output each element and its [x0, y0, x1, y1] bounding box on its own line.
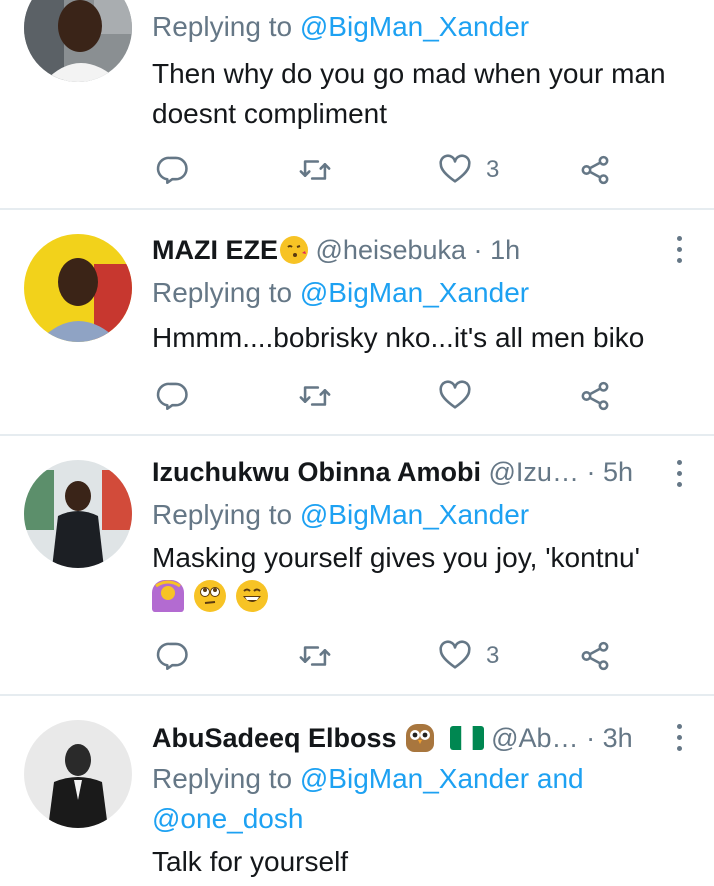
person-gesturing-ok-emoji-icon [152, 580, 184, 612]
face-with-rolling-eyes-emoji-icon [193, 580, 226, 612]
emoji-row [152, 578, 692, 620]
tweet-text: Masking yourself gives you joy, 'kontnu' [152, 538, 692, 620]
reply-button[interactable] [156, 150, 190, 190]
retweet-icon [298, 639, 332, 673]
mention-link[interactable]: @BigMan_Xander [300, 11, 529, 42]
share-button[interactable] [578, 150, 612, 190]
mention-link[interactable]: @one_dosh [152, 803, 303, 834]
replying-to-line: Replying to @BigMan_Xander and [152, 763, 584, 794]
timestamp[interactable]: 5h [603, 457, 633, 487]
reply-button[interactable] [156, 636, 190, 676]
tweet-text: Then why do you go mad when your man doe… [152, 58, 666, 129]
tweet-text: Hmmm....bobrisky nko...it's all men biko [152, 322, 645, 353]
replying-to-line: Replying to @BigMan_Xander [152, 277, 530, 308]
tweet-text: Talk for yourself [152, 846, 349, 877]
retweet-button[interactable] [298, 376, 332, 416]
tweet-1[interactable]: Replying to @BigMan_Xander Then why do y… [0, 0, 714, 210]
tweet-actions: 3 [0, 150, 714, 190]
retweet-button[interactable] [298, 636, 332, 676]
reply-icon [156, 639, 190, 673]
nigeria-flag-icon [449, 726, 484, 750]
share-icon [578, 153, 612, 187]
user-handle[interactable]: @heisebuka [316, 235, 467, 265]
more-vertical-icon[interactable] [674, 460, 684, 490]
user-handle[interactable]: @Izu… [489, 457, 579, 487]
timestamp[interactable]: 3h [603, 723, 633, 753]
like-button[interactable]: 3 [438, 636, 499, 676]
tweet-4[interactable]: AbuSadeeq Elboss @Ab… · 3h Replying to @… [0, 696, 714, 886]
display-name[interactable]: MAZI EZE [152, 235, 278, 265]
replying-to-line: Replying to @BigMan_Xander [152, 499, 530, 530]
mention-link[interactable]: @BigMan_Xander [300, 277, 529, 308]
share-button[interactable] [578, 636, 612, 676]
more-vertical-icon[interactable] [674, 236, 684, 266]
avatar[interactable] [24, 0, 132, 82]
tweet-header: AbuSadeeq Elboss @Ab… · 3h [152, 723, 633, 753]
display-name[interactable]: AbuSadeeq Elboss [152, 723, 397, 753]
tweet-3[interactable]: Izuchukwu Obinna Amobi @Izu… · 5h Replyi… [0, 436, 714, 696]
timestamp[interactable]: 1h [490, 235, 520, 265]
like-button[interactable]: 3 [438, 150, 499, 190]
user-handle[interactable]: @Ab… [491, 723, 578, 753]
replying-to-line-2: @one_dosh [152, 800, 303, 838]
heart-icon [438, 639, 472, 673]
tweet-actions: 3 [0, 636, 714, 676]
share-icon [578, 639, 612, 673]
like-count: 3 [486, 642, 500, 669]
reply-button[interactable] [156, 376, 190, 416]
more-vertical-icon[interactable] [674, 724, 684, 754]
owl-emoji-icon [406, 724, 435, 752]
avatar[interactable] [24, 460, 132, 568]
heart-icon [438, 379, 472, 413]
tweet-header: MAZI EZE @heisebuka · 1h [152, 235, 521, 265]
tweet-actions [0, 376, 714, 416]
retweet-button[interactable] [298, 150, 332, 190]
share-button[interactable] [578, 376, 612, 416]
tweet-2[interactable]: MAZI EZE @heisebuka · 1h Replying to @Bi… [0, 210, 714, 436]
kissing-face-emoji-icon [280, 236, 308, 264]
replying-to-line: Replying to @BigMan_Xander [152, 11, 530, 42]
like-count: 3 [486, 156, 500, 183]
heart-icon [438, 153, 472, 187]
avatar[interactable] [24, 234, 132, 342]
tweet-header: Izuchukwu Obinna Amobi @Izu… · 5h [152, 457, 634, 487]
like-button[interactable] [438, 376, 486, 416]
retweet-icon [298, 379, 332, 413]
share-icon [578, 379, 612, 413]
display-name[interactable]: Izuchukwu Obinna Amobi [152, 457, 481, 487]
mention-link[interactable]: @BigMan_Xander [300, 763, 529, 794]
mention-link[interactable]: @BigMan_Xander [300, 499, 529, 530]
reply-icon [156, 379, 190, 413]
avatar[interactable] [24, 720, 132, 828]
reply-icon [156, 153, 190, 187]
retweet-icon [298, 153, 332, 187]
grinning-face-emoji-icon [235, 580, 268, 612]
